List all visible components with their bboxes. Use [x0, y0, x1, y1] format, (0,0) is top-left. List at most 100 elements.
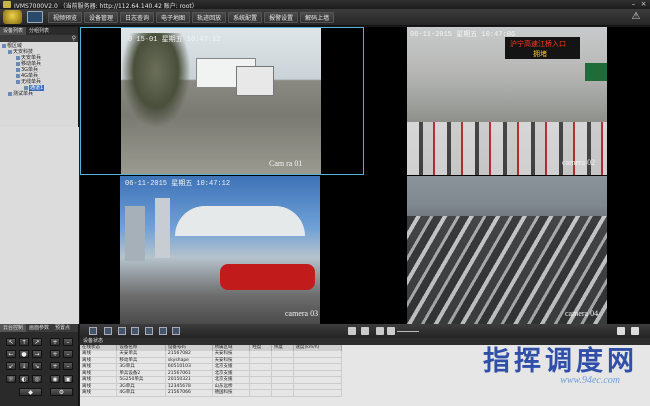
car-image [220, 264, 315, 290]
ptz-left-button[interactable]: ← [6, 350, 16, 358]
layout-9-icon[interactable] [118, 327, 126, 335]
tab-image-params[interactable]: 画面参数 [26, 324, 52, 332]
building-image [155, 198, 170, 258]
exit-icon[interactable] [631, 327, 639, 335]
fullscreen-icon[interactable] [159, 327, 167, 335]
device-panel-tabs: 设备列表 分组列表 [0, 27, 78, 35]
truck-image [236, 66, 274, 96]
snapshot-icon[interactable] [348, 327, 356, 335]
building-image [125, 206, 145, 261]
tab-ptz-control[interactable]: 云台控制 [0, 324, 27, 332]
table-cell: 德国科技 [212, 389, 251, 397]
tab-preset[interactable]: 预置点 [52, 324, 73, 332]
device-icon [16, 61, 20, 66]
table-cell [249, 389, 272, 397]
window-controls: – × [630, 1, 647, 8]
layout-4-icon[interactable] [104, 327, 112, 335]
sign-text: 沪宁高速江桥入口 [510, 40, 566, 48]
layout-custom-icon[interactable] [145, 327, 153, 335]
focus-near-button[interactable]: + [50, 350, 60, 358]
video-osd: 0 15-01 星期五 10:47:12 [128, 36, 221, 44]
speed-button[interactable]: ◆ [19, 388, 42, 396]
table-cell [271, 389, 294, 397]
stop-all-icon[interactable] [376, 327, 384, 335]
device-icon [16, 79, 20, 84]
tab-track-playback[interactable]: 轨迹回放 [192, 12, 227, 23]
settings-button[interactable]: ⚙ [50, 388, 73, 396]
volume-icon[interactable] [387, 327, 395, 335]
ptz-right-button[interactable]: → [32, 350, 42, 358]
ptz-stop-button[interactable]: ● [19, 350, 29, 358]
monitor-icon[interactable] [27, 11, 43, 23]
tab-device-management[interactable]: 设备管理 [84, 12, 119, 23]
zoom-in-button[interactable]: + [50, 338, 60, 346]
tab-log-query[interactable]: 日志查询 [120, 12, 155, 23]
device-table-body: 离线 天安单兵 21567082 天安科技 离线 移动单兵 skyshape 天安科技 离线 3G… [80, 351, 343, 397]
ptz-up-left-button[interactable]: ↖ [6, 338, 16, 346]
tree-node[interactable]: 测试单兵 [2, 91, 78, 97]
volume-slider[interactable] [397, 331, 419, 332]
device-icon [16, 55, 20, 60]
table-row[interactable]: 离线 4G单兵 21567066 德国科技 [80, 389, 343, 397]
close-icon[interactable]: × [640, 1, 647, 8]
watermark-text: 指挥调度网 [483, 346, 638, 377]
video-cell-3[interactable]: 06-11-2015 星期五 10:47:12 camera 03 [80, 176, 364, 324]
tab-alarm-settings[interactable]: 报警设置 [264, 12, 299, 23]
camera-label: camera 03 [285, 309, 319, 318]
camera-label: Cam ra 01 [269, 159, 303, 168]
layout-1-icon[interactable] [89, 327, 97, 335]
ptz-up-right-button[interactable]: ↗ [32, 338, 42, 346]
ptz-down-button[interactable]: ↓ [19, 362, 29, 370]
cycle-icon[interactable] [172, 327, 180, 335]
ptz-control-panel: 云台控制 画面参数 预置点 ↖ ↑ ↗ + – ← ● → + – ↙ ↓ ↘ … [0, 324, 79, 406]
record-icon[interactable] [361, 327, 369, 335]
video-cell-4[interactable]: camera 04 [365, 176, 650, 324]
video-cell-2[interactable]: 沪宁高速江桥入口 拥堵 06-11-2015 星期五 10:47:06 came… [365, 27, 650, 175]
tab-system-config[interactable]: 系统配置 [228, 12, 263, 23]
preset-button[interactable]: ◉ [50, 375, 60, 383]
layout-16-icon[interactable] [131, 327, 139, 335]
traffic-image [407, 122, 607, 175]
device-search-bar[interactable]: ⚲ [0, 35, 78, 42]
video-frame [120, 176, 320, 324]
main-tabs: 视频预览 设备管理 日志查询 电子地图 轨迹回放 系统配置 报警设置 解码上墙 [48, 12, 335, 23]
ptz-down-right-button[interactable]: ↘ [32, 362, 42, 370]
tab-group-list[interactable]: 分组列表 [26, 27, 52, 35]
camera-icon [24, 85, 28, 90]
tab-device-list[interactable]: 设备列表 [0, 27, 27, 35]
folder-icon [8, 49, 12, 54]
device-icon [16, 67, 20, 72]
focus-far-button[interactable]: – [63, 350, 73, 358]
ptz-tabs: 云台控制 画面参数 预置点 [0, 324, 78, 332]
main-toolbar: 视频预览 设备管理 日志查询 电子地图 轨迹回放 系统配置 报警设置 解码上墙 … [0, 9, 650, 26]
device-icon [16, 73, 20, 78]
wiper-button[interactable]: ◐ [19, 375, 29, 383]
tools-icon[interactable] [617, 327, 625, 335]
search-icon[interactable]: ⚲ [72, 35, 76, 42]
light-button[interactable]: ☼ [6, 375, 16, 383]
video-cell-1[interactable]: 0 15-01 星期五 10:47:12 Cam ra 01 [80, 27, 364, 175]
ptz-down-left-button[interactable]: ↙ [6, 362, 16, 370]
logo-icon [3, 10, 22, 24]
iris-close-button[interactable]: – [63, 362, 73, 370]
ptz-up-button[interactable]: ↑ [19, 338, 29, 346]
video-grid: 0 15-01 星期五 10:47:12 Cam ra 01 沪宁高速江桥入口 … [80, 27, 650, 324]
device-status-table: 在线状态 设备名称 设备号码 所属区域 经度 纬度 速度(km/h) 离线 天安单… [80, 345, 343, 397]
cruise-button[interactable]: ▣ [63, 375, 73, 383]
tab-decode-wall[interactable]: 解码上墙 [300, 12, 335, 23]
sign-status: 拥堵 [533, 50, 547, 58]
video-osd: 06-11-2015 星期五 10:47:12 [125, 180, 231, 188]
tree-image [121, 33, 191, 128]
highway-image [407, 216, 607, 324]
iris-open-button[interactable]: + [50, 362, 60, 370]
camera-label: camera 04 [565, 309, 599, 318]
warning-icon[interactable]: ⚠ [630, 11, 642, 23]
minimize-icon[interactable]: – [630, 1, 637, 8]
tab-e-map[interactable]: 电子地图 [156, 12, 191, 23]
view-toolbar [80, 324, 650, 338]
zoom-out-button[interactable]: – [63, 338, 73, 346]
tab-video-preview[interactable]: 视频预览 [48, 12, 83, 23]
folder-icon [8, 91, 12, 96]
folder-icon [2, 43, 6, 48]
auto-scan-button[interactable]: ◎ [32, 375, 42, 383]
